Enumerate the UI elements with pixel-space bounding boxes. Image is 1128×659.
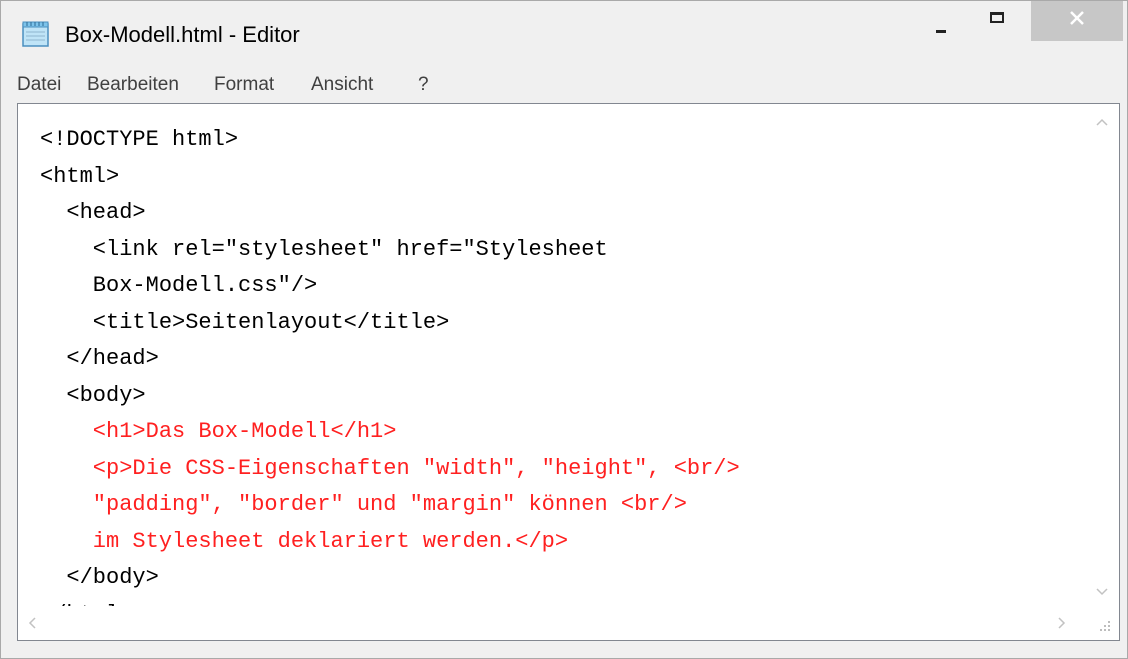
code-line: <title>Seitenlayout</title> (40, 309, 450, 335)
code-line: Box-Modell.css"/> (40, 273, 318, 298)
minimize-button[interactable] (922, 1, 966, 41)
code-line: im Stylesheet deklariert werden.</p> (40, 528, 569, 554)
close-button[interactable] (1031, 1, 1123, 41)
code-line: <p>Die CSS-Eigenschaften "width", "heigh… (40, 455, 740, 481)
code-line: <body> (40, 382, 146, 408)
menu-bearbeiten[interactable]: Bearbeiten (87, 74, 179, 96)
code-line: <html> (40, 163, 120, 189)
maximize-icon (990, 12, 1004, 23)
size-grip[interactable] (1085, 606, 1119, 640)
code-line: <h1>Das Box-Modell</h1> (40, 419, 397, 444)
code-line: <link rel="stylesheet" href="Stylesheet (40, 236, 608, 262)
window-title: Box-Modell.html - Editor (65, 22, 300, 47)
chevron-left-icon[interactable] (28, 617, 36, 629)
menu-datei[interactable]: Datei (17, 74, 61, 96)
minimize-icon (936, 30, 946, 33)
chevron-down-icon[interactable] (1096, 588, 1108, 596)
close-icon (1070, 11, 1084, 25)
title-bar[interactable]: Box-Modell.html - Editor (1, 1, 1127, 67)
chevron-up-icon[interactable] (1096, 118, 1108, 126)
notepad-icon (22, 21, 49, 47)
code-line: </body> (40, 565, 159, 590)
vertical-scrollbar[interactable] (1085, 104, 1119, 607)
maximize-button[interactable] (979, 1, 1023, 41)
editor-content[interactable]: <!DOCTYPE html> <html> <head> <link rel="… (40, 122, 740, 633)
resize-grip-icon[interactable] (1098, 619, 1112, 633)
menu-help[interactable]: ? (418, 74, 429, 96)
text-editor[interactable]: <!DOCTYPE html> <html> <head> <link rel="… (17, 103, 1120, 641)
menu-bar: Datei Bearbeiten Format Ansicht ? (17, 67, 1120, 103)
horizontal-scrollbar[interactable] (18, 606, 1085, 640)
chevron-right-icon[interactable] (1058, 617, 1066, 629)
notepad-window: Box-Modell.html - Editor Datei Bearbeite… (0, 0, 1128, 659)
menu-format[interactable]: Format (214, 74, 274, 96)
code-line: "padding", "border" und "margin" können … (40, 492, 687, 517)
code-line: </head> (40, 346, 159, 371)
menu-ansicht[interactable]: Ansicht (311, 74, 373, 96)
code-line: <!DOCTYPE html> (40, 127, 239, 152)
code-line: <head> (40, 200, 146, 225)
